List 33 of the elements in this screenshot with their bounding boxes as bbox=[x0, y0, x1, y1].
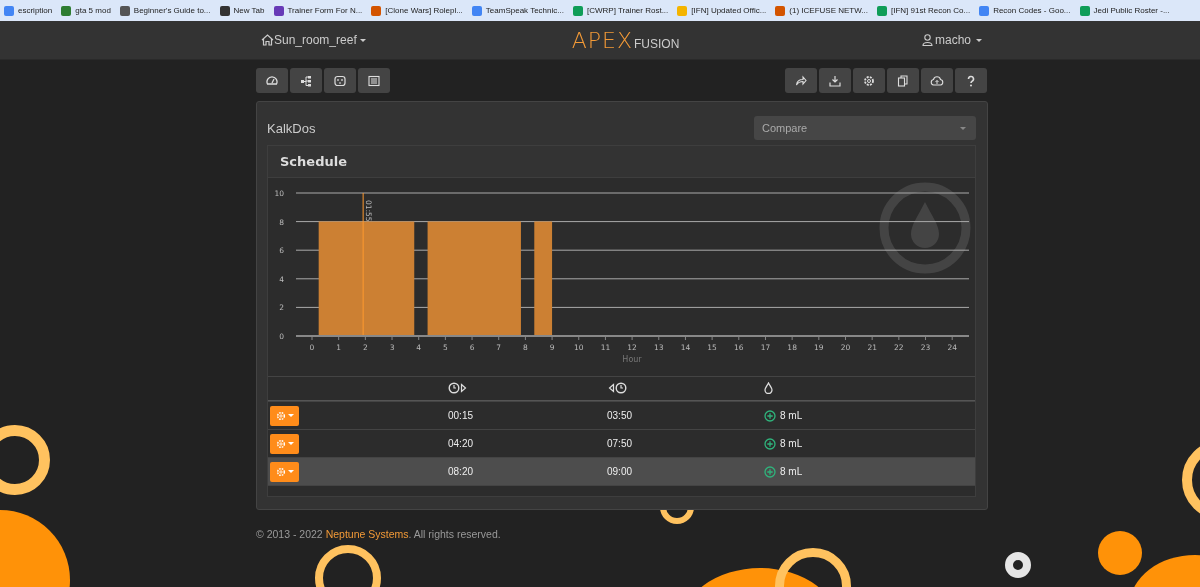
dose-amount: 8 mL bbox=[780, 410, 803, 421]
bookmark-link[interactable]: [IFN] Updated Offic... bbox=[677, 5, 767, 16]
start-time: 08:20 bbox=[448, 466, 475, 477]
app-logo: APEX FUSION bbox=[571, 27, 680, 53]
end-time: 09:00 bbox=[607, 466, 634, 477]
company-link[interactable]: Neptune Systems bbox=[325, 528, 409, 540]
copyright-text: © 2013 - 2022 Neptune Systems. All rights reserved. bbox=[256, 528, 502, 540]
bookmark-link[interactable]: [Clone Wars] Rolepl... bbox=[371, 5, 463, 16]
card-title: Schedule bbox=[280, 154, 347, 169]
bookmark-link[interactable]: New Tab bbox=[219, 5, 265, 16]
bookmark-link[interactable]: [IFN] 91st Recon Co... bbox=[877, 5, 971, 16]
bookmark-link[interactable]: gta 5 mod bbox=[61, 5, 111, 16]
start-time: 00:15 bbox=[448, 410, 475, 421]
location-dropdown[interactable]: Sun_room_reef bbox=[261, 33, 366, 47]
start-time: 04:20 bbox=[448, 438, 475, 449]
bookmark-link[interactable]: Recon Codes - Goo... bbox=[979, 5, 1071, 16]
bookmark-link[interactable]: (1) ICEFUSE NETW... bbox=[775, 5, 868, 16]
bookmark-link[interactable]: TeamSpeak Technic... bbox=[471, 5, 564, 16]
bookmark-link[interactable]: [CWRP] Trainer Rost... bbox=[572, 5, 669, 16]
dose-amount: 8 mL bbox=[780, 466, 803, 477]
bookmark-link[interactable]: Beginner's Guide to... bbox=[119, 5, 211, 16]
compare-select[interactable]: Compare bbox=[754, 116, 976, 140]
bookmark-link[interactable]: escription bbox=[4, 5, 53, 16]
end-time: 03:50 bbox=[607, 410, 634, 421]
dose-amount: 8 mL bbox=[780, 438, 803, 449]
panel-title: KalkDos bbox=[267, 120, 316, 136]
schedule-row[interactable]: 08:20 09:00 8 mL bbox=[268, 457, 975, 485]
bookmark-link[interactable]: Jedi Public Roster -... bbox=[1079, 5, 1170, 16]
end-time: 07:50 bbox=[607, 438, 634, 449]
schedule-row[interactable]: 00:15 03:50 8 mL bbox=[268, 401, 975, 429]
x-axis-title: Hour bbox=[622, 355, 642, 364]
user-menu[interactable]: macho bbox=[921, 33, 982, 47]
bookmark-link[interactable]: Trainer Form For N... bbox=[273, 5, 363, 16]
